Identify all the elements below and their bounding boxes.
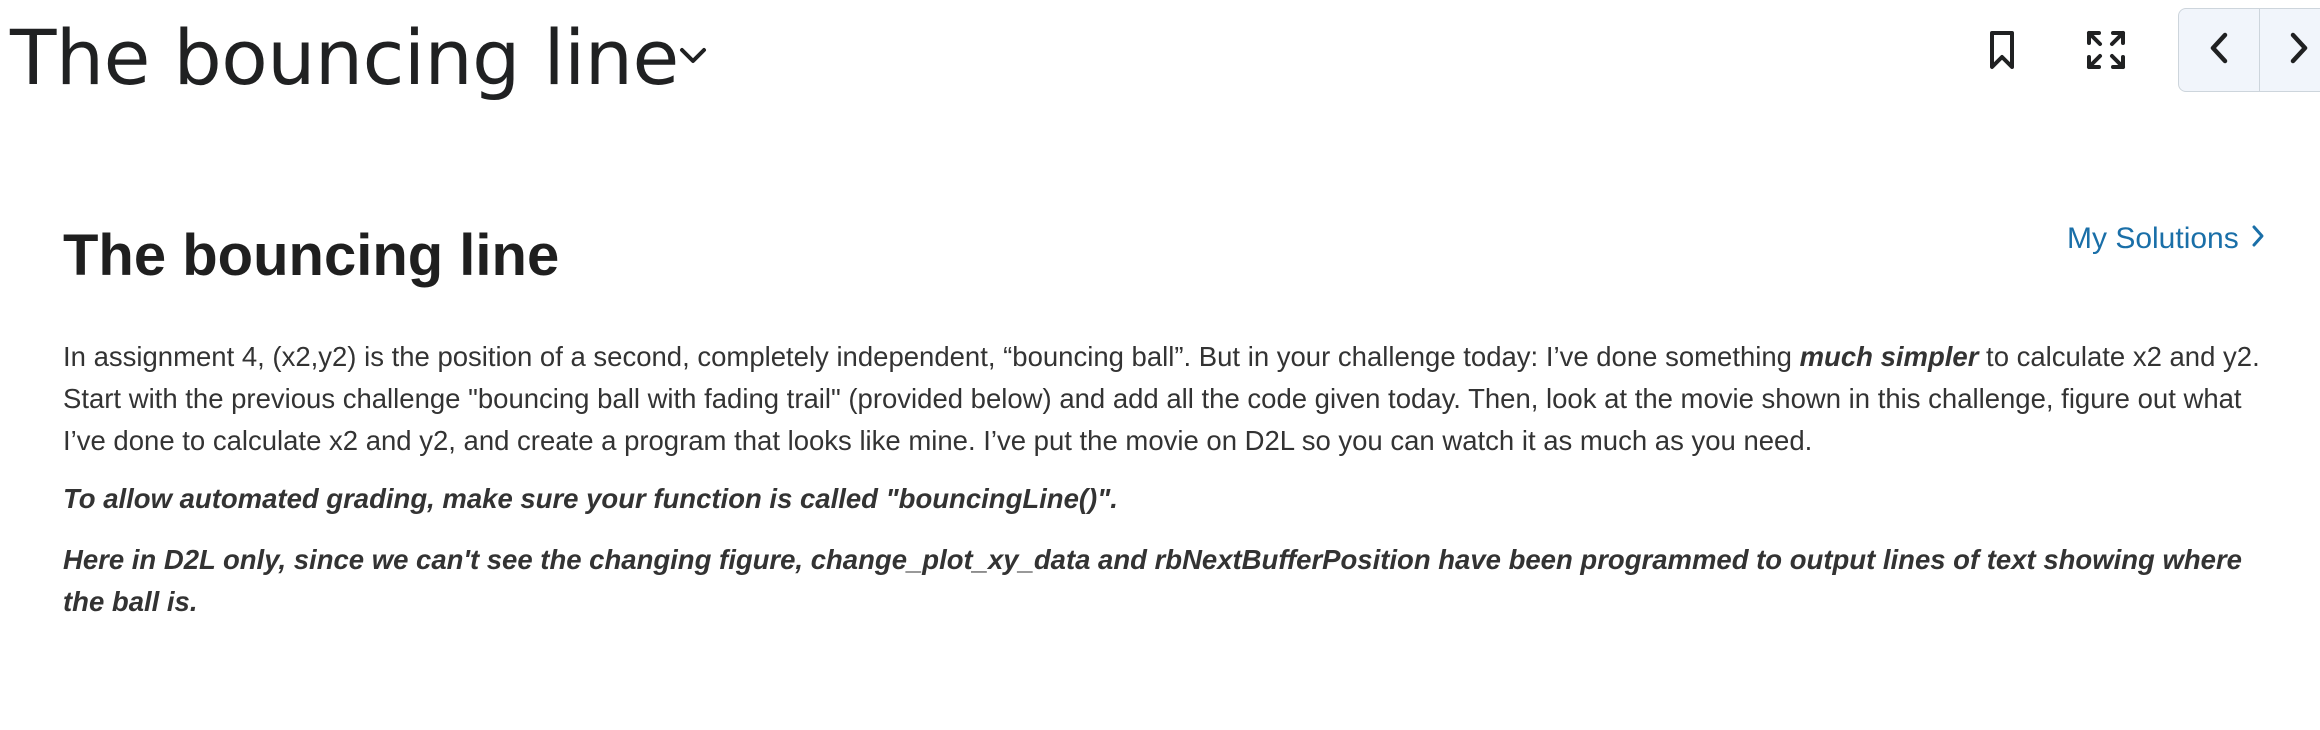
content-area: The bouncing line bbox=[63, 200, 2263, 292]
chevron-right-icon bbox=[2251, 222, 2265, 256]
chevron-down-icon[interactable] bbox=[676, 40, 710, 70]
emphasis-text: much simpler bbox=[1799, 341, 1979, 372]
instructions-paragraph: In assignment 4, (x2,y2) is the position… bbox=[63, 336, 2263, 462]
my-solutions-label: My Solutions bbox=[2067, 222, 2239, 255]
instructions-text-start: In assignment 4, (x2,y2) is the position… bbox=[63, 341, 1800, 372]
chevron-right-icon bbox=[2287, 30, 2311, 71]
d2l-note: Here in D2L only, since we can't see the… bbox=[63, 544, 2242, 617]
grading-note: To allow automated grading, make sure yo… bbox=[63, 483, 1118, 514]
top-bar: The bouncing line bbox=[0, 0, 2320, 110]
content-title: The bouncing line bbox=[63, 223, 560, 288]
fullscreen-button[interactable] bbox=[2074, 20, 2138, 84]
my-solutions-link[interactable]: My Solutions bbox=[2067, 222, 2265, 256]
page-title: The bouncing line bbox=[10, 13, 679, 102]
next-topic-button[interactable] bbox=[2258, 9, 2320, 91]
bookmark-button[interactable] bbox=[1970, 20, 2034, 84]
chevron-left-icon bbox=[2207, 30, 2231, 71]
bookmark-icon bbox=[1989, 30, 2015, 75]
fullscreen-icon bbox=[2086, 30, 2126, 75]
topic-navigation bbox=[2178, 8, 2320, 92]
previous-topic-button[interactable] bbox=[2179, 9, 2259, 91]
